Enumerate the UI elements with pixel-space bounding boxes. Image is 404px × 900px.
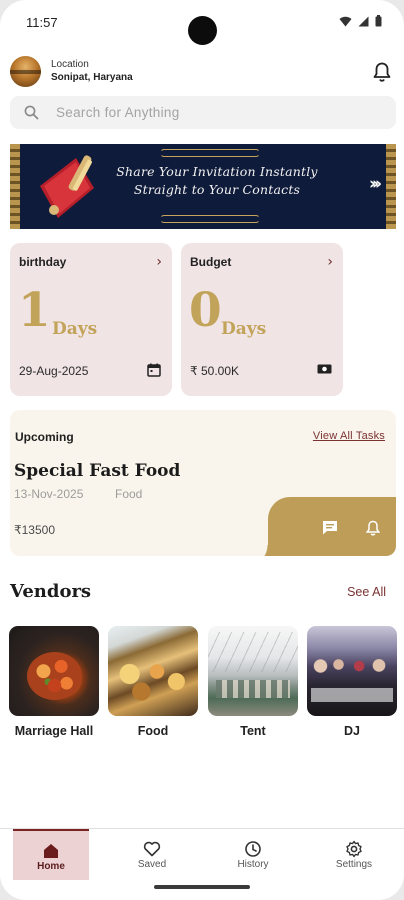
camera-cutout [188, 16, 217, 45]
location-label: Location [51, 59, 89, 70]
search-icon [24, 105, 39, 120]
gesture-bar [154, 885, 250, 889]
vendor-marriage-hall[interactable]: Marriage Hall [9, 626, 99, 738]
home-icon [44, 844, 58, 858]
upcoming-task-card[interactable]: Upcoming View All Tasks Special Fast Foo… [10, 410, 396, 556]
gear-icon [346, 840, 362, 858]
search-input[interactable] [56, 96, 376, 129]
invitation-banner[interactable]: Share Your Invitation Instantly Straight… [10, 144, 396, 229]
status-time: 11:57 [26, 15, 58, 30]
event-price: ₹13500 [14, 523, 56, 537]
card-title: birthday [19, 255, 67, 269]
tab-label: Settings [335, 859, 373, 870]
banner-arrows-icon: ››› [368, 174, 382, 194]
app-screen: 11:57 Location Sonipat, Haryana Share Yo… [0, 0, 404, 900]
vendor-tent[interactable]: Tent [208, 626, 298, 738]
message-icon[interactable] [322, 520, 338, 535]
event-date: 29-Aug-2025 [19, 364, 89, 378]
tab-saved[interactable]: Saved [114, 829, 190, 879]
vendor-image [307, 626, 397, 716]
invitation-scroll-illustration [40, 155, 94, 218]
days-unit: Days [52, 319, 98, 339]
view-all-tasks-link[interactable]: View All Tasks [313, 430, 385, 442]
bottom-navigation: Home Saved History Settings [0, 828, 404, 900]
banner-line-2: Straight to Your Contacts [133, 182, 301, 197]
budget-amount: ₹ 50.00K [190, 364, 240, 378]
bell-icon[interactable] [370, 60, 394, 84]
days-count: 1 [18, 283, 51, 338]
avatar[interactable] [10, 56, 41, 87]
tab-history[interactable]: History [215, 829, 291, 879]
chevron-right-icon[interactable]: › [156, 254, 162, 270]
tab-settings[interactable]: Settings [316, 829, 392, 879]
banner-line-1: Share Your Invitation Instantly [116, 164, 318, 179]
battery-icon [375, 15, 382, 27]
vendor-label: Marriage Hall [14, 724, 94, 738]
days-unit: Days [221, 319, 267, 339]
heart-icon [143, 841, 161, 857]
signal-icon [358, 16, 369, 26]
card-title: Budget [190, 255, 232, 269]
wifi-icon [339, 16, 352, 26]
history-icon [245, 841, 261, 857]
banner-ornament-bottom [160, 215, 260, 223]
event-date: 13-Nov-2025 [14, 487, 84, 501]
tab-label: Saved [137, 859, 167, 870]
days-count: 0 [189, 283, 222, 338]
vendor-label: Food [137, 724, 169, 738]
see-all-link[interactable]: See All [347, 585, 386, 599]
vendor-label: DJ [344, 724, 360, 738]
tab-label: Home [37, 861, 65, 872]
vendor-image [208, 626, 298, 716]
chevron-right-icon[interactable]: › [327, 254, 333, 270]
calendar-icon [147, 363, 161, 377]
vendors-heading: Vendors [10, 581, 92, 602]
tab-label: History [237, 859, 269, 870]
vendor-image [9, 626, 99, 716]
status-icons [339, 15, 382, 27]
event-title: Special Fast Food [14, 461, 181, 481]
budget-card[interactable]: Budget › 0 Days ₹ 50.00K [181, 243, 343, 396]
banner-border-left [10, 144, 20, 229]
banner-border-right [386, 144, 396, 229]
tab-home[interactable]: Home [13, 829, 89, 880]
banner-ornament-top [160, 149, 260, 157]
reminder-bell-icon[interactable] [366, 520, 380, 536]
upcoming-heading: Upcoming [15, 430, 74, 444]
event-category: Food [115, 487, 143, 501]
status-bar: 11:57 [0, 0, 404, 45]
location-value[interactable]: Sonipat, Haryana [51, 72, 133, 83]
vendor-food[interactable]: Food [108, 626, 198, 738]
vendor-dj[interactable]: DJ [307, 626, 397, 738]
vendor-image [108, 626, 198, 716]
birthday-card[interactable]: birthday › 1 Days 29-Aug-2025 [10, 243, 172, 396]
vendor-label: Tent [240, 724, 266, 738]
money-icon [317, 364, 332, 374]
search-bar[interactable] [10, 96, 396, 129]
